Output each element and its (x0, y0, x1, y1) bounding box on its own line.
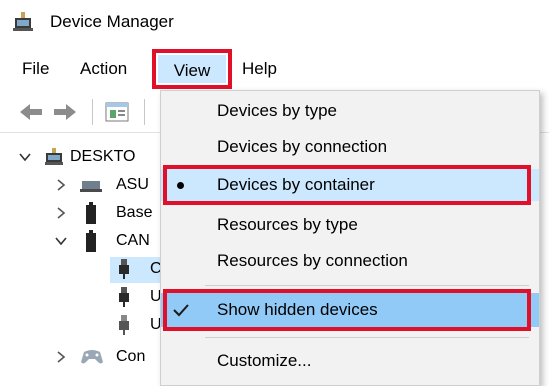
tree-root-label: DESKTO (70, 148, 136, 165)
menu-view-highlight[interactable]: View (152, 49, 232, 89)
computer-icon (45, 148, 63, 165)
highlight-box (163, 165, 531, 205)
menu-item-devices-by-type[interactable]: Devices by type (161, 93, 539, 129)
menu-item-devices-by-connection[interactable]: Devices by connection (161, 129, 539, 165)
usb-icon (119, 315, 129, 335)
menu-separator (205, 285, 529, 286)
chevron-down-icon[interactable] (54, 234, 68, 248)
usb-icon (119, 259, 129, 279)
window-title: Device Manager (50, 12, 174, 31)
menu-item-resources-by-connection[interactable]: Resources by connection (161, 243, 539, 279)
menu-help[interactable]: Help (240, 55, 279, 83)
device-icon (86, 230, 96, 252)
toolbar-separator (144, 99, 145, 125)
menu-separator (205, 337, 529, 338)
menu-action[interactable]: Action (78, 55, 129, 83)
chevron-right-icon[interactable] (54, 206, 68, 220)
chevron-right-icon[interactable] (54, 178, 68, 192)
back-arrow-icon[interactable] (18, 101, 44, 128)
usb-icon (119, 287, 129, 307)
game-controller-icon (81, 350, 103, 364)
menu-item-resources-by-type[interactable]: Resources by type (161, 207, 539, 243)
menu-item-customize[interactable]: Customize... (161, 343, 539, 379)
toolbar-separator (92, 99, 93, 125)
menu-view[interactable]: View (158, 55, 226, 83)
chevron-right-icon[interactable] (54, 350, 68, 364)
highlight-box (163, 289, 531, 331)
laptop-icon (80, 181, 102, 192)
device-manager-icon (12, 10, 34, 32)
forward-arrow-icon[interactable] (52, 101, 78, 128)
battery-icon (86, 202, 96, 224)
view-menu-dropdown: Devices by type Devices by connection De… (160, 90, 540, 386)
menu-file[interactable]: File (20, 55, 51, 83)
chevron-down-icon[interactable] (18, 150, 32, 164)
properties-icon[interactable] (104, 101, 130, 128)
